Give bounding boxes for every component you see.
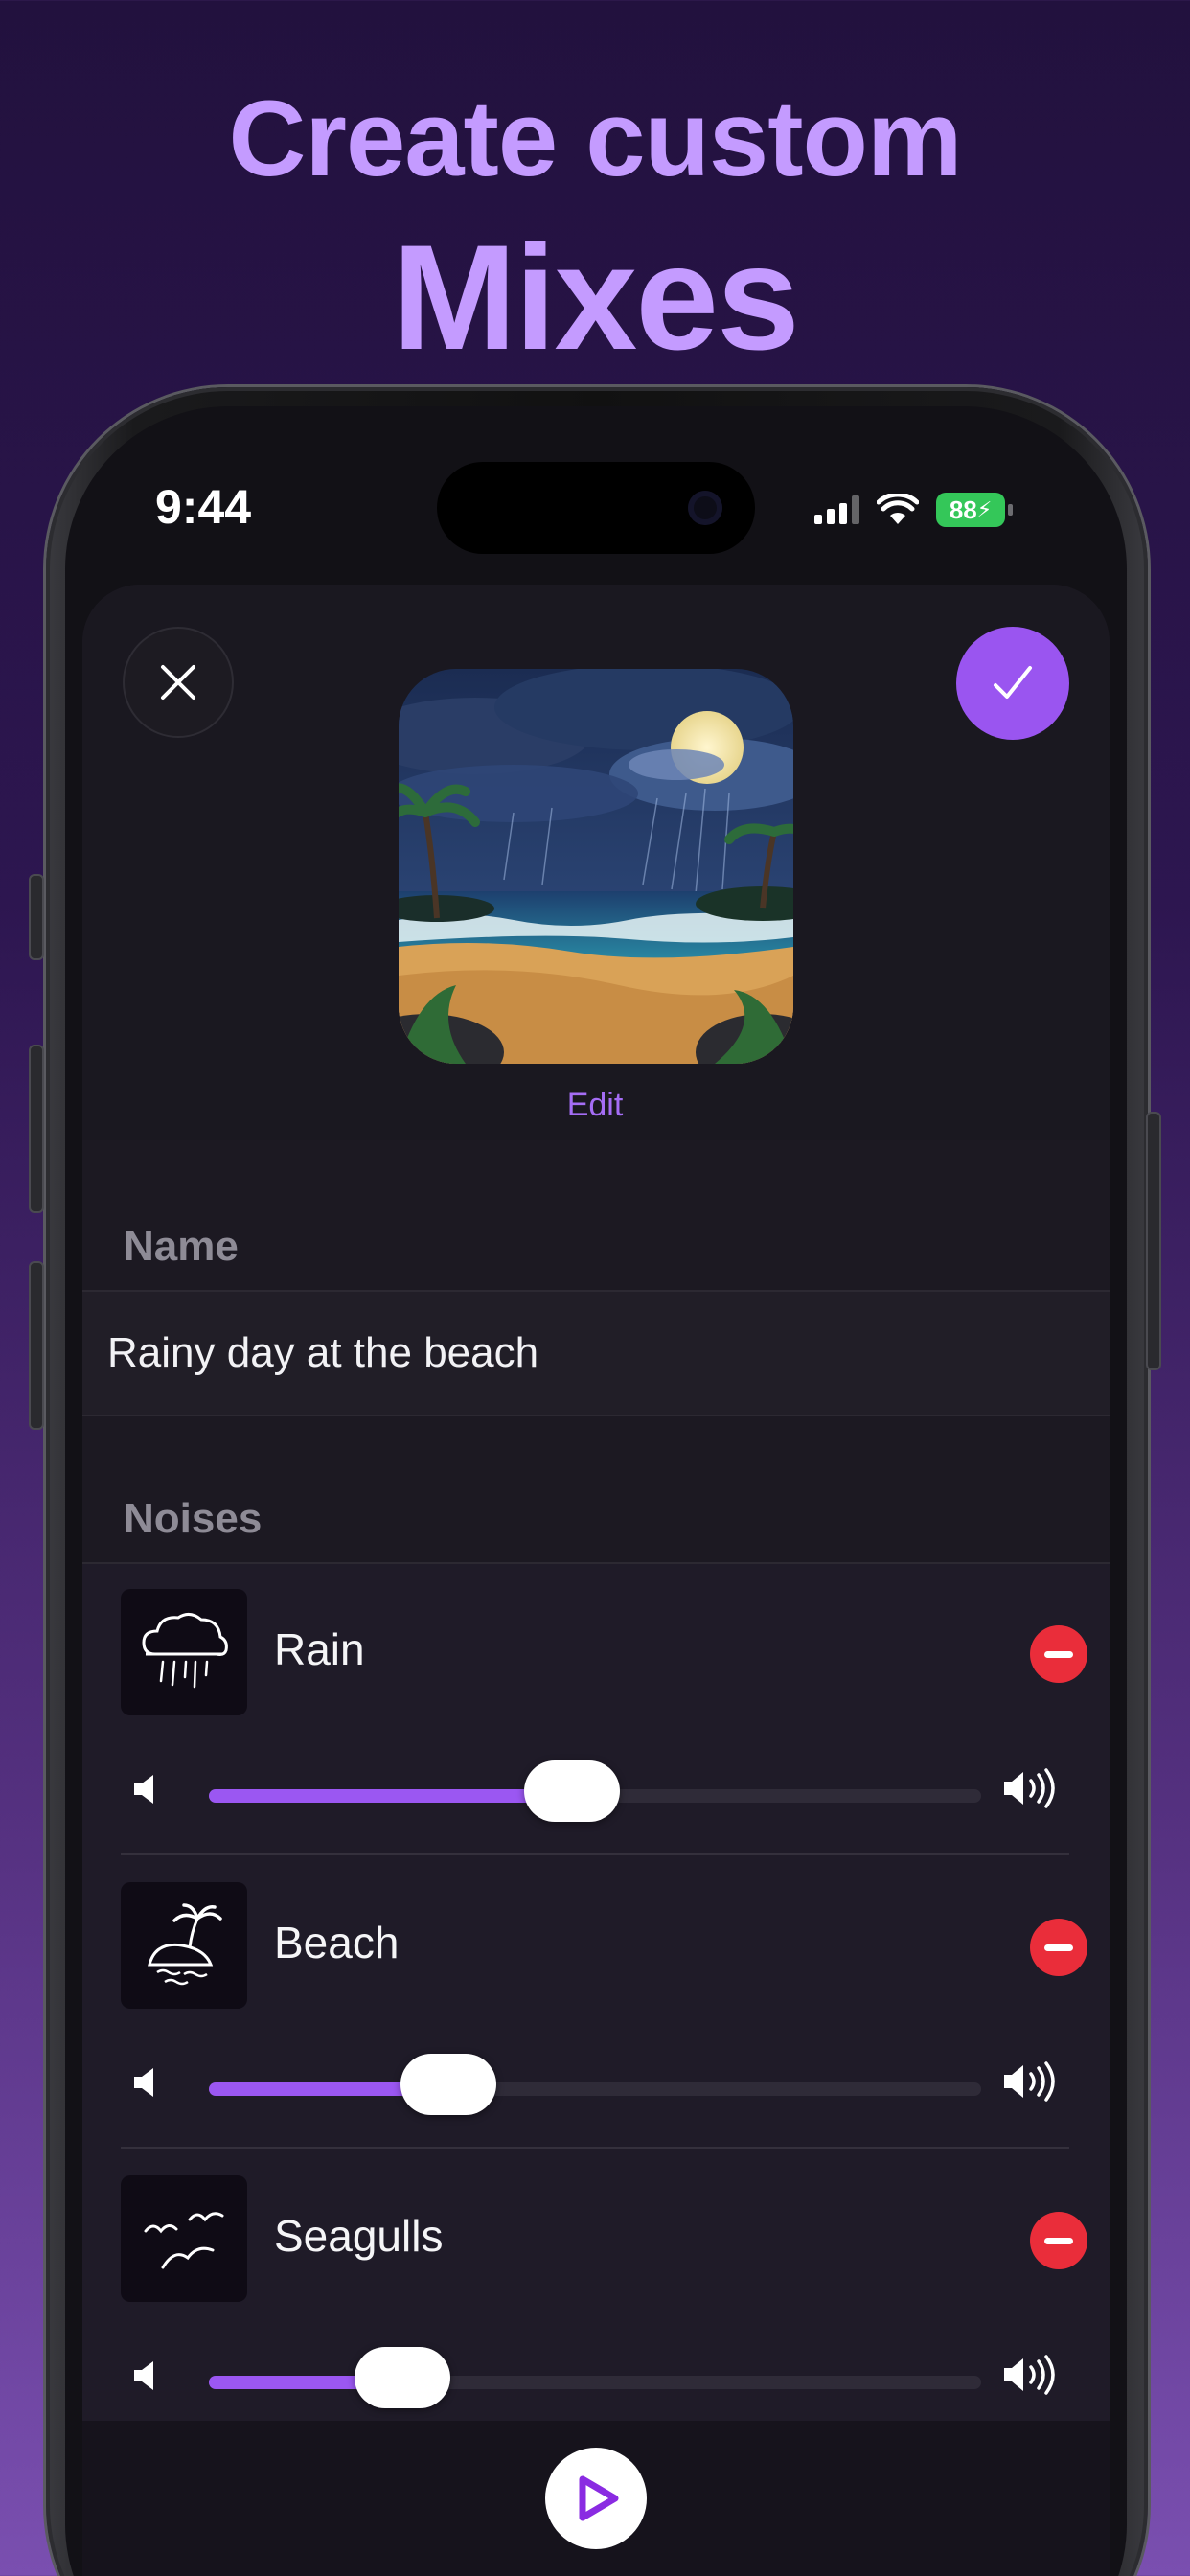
volume-high-icon	[1004, 1768, 1055, 1808]
mix-name-field[interactable]: Rainy day at the beach	[82, 1290, 1110, 1416]
volume-slider-thumb[interactable]	[523, 1760, 620, 1822]
battery-level: 88	[949, 494, 977, 524]
seagulls-icon	[121, 2175, 247, 2302]
edit-artwork-link[interactable]: Edit	[0, 1087, 1190, 1124]
volume-slider-thumb[interactable]	[354, 2347, 450, 2408]
volume-slider[interactable]	[209, 2054, 981, 2115]
camera-icon	[688, 491, 722, 525]
volume-low-icon	[134, 2361, 153, 2390]
remove-noise-button[interactable]	[1030, 1625, 1087, 1683]
dynamic-island	[437, 462, 755, 554]
remove-noise-button[interactable]	[1030, 2212, 1087, 2269]
volume-slider-thumb[interactable]	[400, 2054, 496, 2115]
noise-item-seagulls: Seagulls	[82, 2150, 1110, 2444]
noise-title: Seagulls	[274, 2211, 444, 2261]
volume-slider-fill	[209, 1789, 572, 1803]
volume-slider[interactable]	[209, 2347, 981, 2408]
noise-title: Beach	[274, 1918, 400, 1967]
phone-side-button	[1146, 1112, 1161, 1370]
island-palm-icon	[121, 1882, 247, 2009]
noise-item-beach: Beach	[82, 1857, 1110, 2150]
headline-line-2: Mixes	[392, 215, 800, 381]
volume-slider[interactable]	[209, 1760, 981, 1822]
mix-artwork[interactable]	[399, 669, 793, 1064]
confirm-button[interactable]	[956, 627, 1069, 740]
rain-cloud-icon	[121, 1589, 247, 1715]
close-icon	[161, 665, 195, 700]
volume-high-icon	[1004, 2355, 1055, 2395]
play-icon	[579, 2475, 619, 2521]
divider	[121, 2147, 1069, 2149]
phone-side-button	[29, 1045, 44, 1213]
beach-night-artwork	[399, 669, 793, 1064]
checkmark-icon	[994, 666, 1032, 699]
phone-side-button	[29, 874, 44, 960]
battery-icon: 88 ⚡	[936, 493, 1013, 527]
divider	[121, 1853, 1069, 1855]
volume-low-icon	[134, 1775, 153, 1804]
play-preview-button[interactable]	[545, 2448, 647, 2549]
wifi-icon	[877, 494, 919, 524]
cellular-signal-icon	[814, 495, 859, 524]
noise-title: Rain	[274, 1624, 365, 1674]
volume-high-icon	[1004, 2061, 1055, 2102]
phone-side-button	[29, 1261, 44, 1430]
noise-item-rain: Rain	[82, 1564, 1110, 1857]
status-time: 9:44	[155, 480, 252, 534]
noise-list: Rain Beach Seagulls	[82, 1562, 1110, 2421]
noises-section-label: Noises	[124, 1495, 263, 1542]
status-indicators: 88 ⚡	[814, 489, 1013, 531]
headline-line-1: Create custom	[228, 79, 962, 198]
remove-noise-button[interactable]	[1030, 1919, 1087, 1976]
volume-low-icon	[134, 2068, 153, 2097]
name-section-label: Name	[124, 1223, 239, 1270]
close-button[interactable]	[123, 627, 234, 738]
